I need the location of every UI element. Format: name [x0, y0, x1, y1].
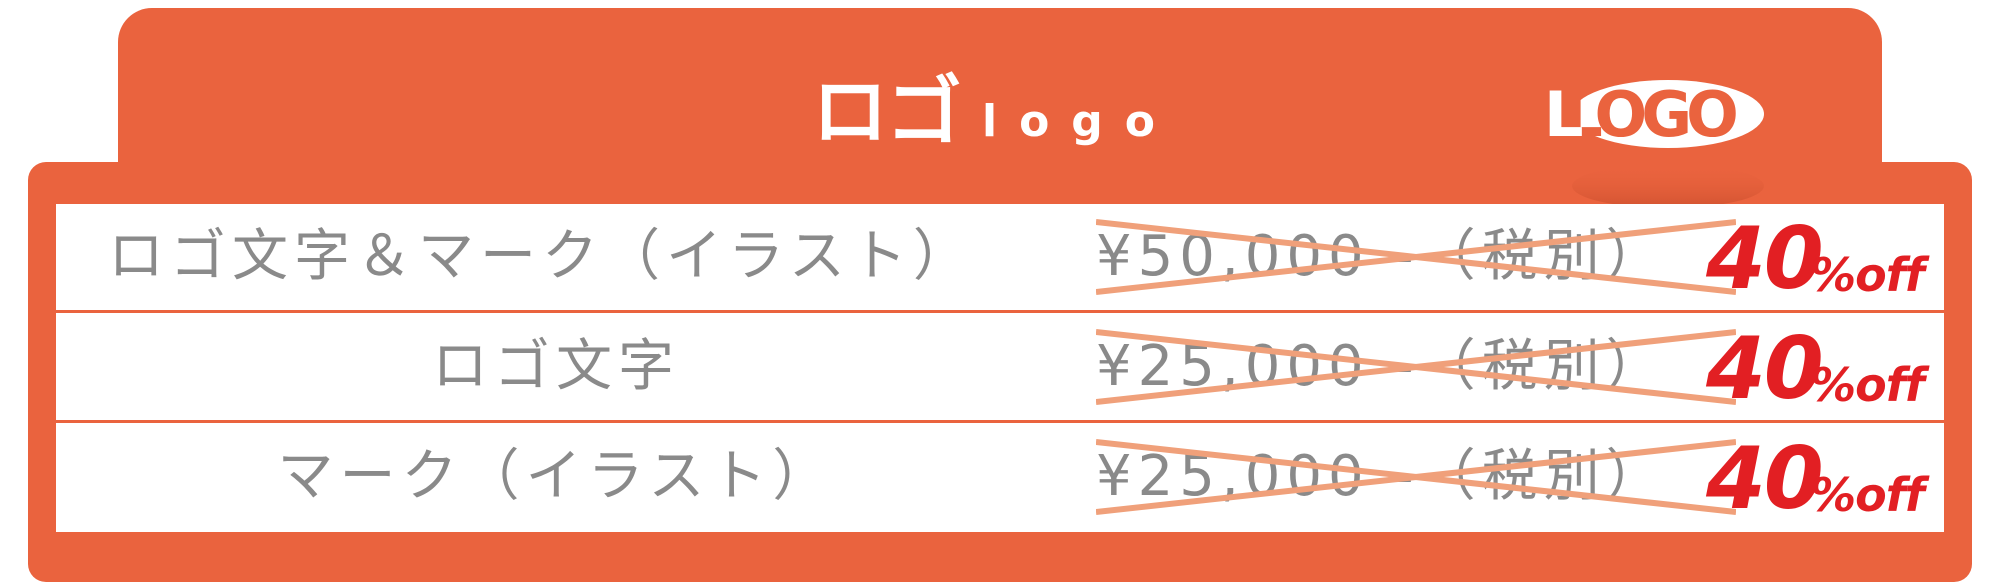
discount-badge: 40 %off	[1706, 204, 1946, 310]
discount-value: 40	[1706, 429, 1824, 529]
strikethrough-x	[1096, 439, 1736, 515]
discount-suffix: %off	[1810, 248, 1925, 302]
discount-value: 40	[1706, 319, 1824, 419]
title-english: logo	[982, 96, 1178, 147]
strikethrough-x	[1096, 219, 1736, 295]
logo-text: LOGO	[1563, 78, 1736, 151]
discount-value: 40	[1706, 209, 1824, 309]
page-title: ロゴ logo	[812, 70, 1177, 150]
discount-badge: 40 %off	[1706, 424, 1946, 530]
table-row: ロゴ文字 ¥25,000 -（税別） 40 %off	[56, 314, 1944, 420]
row-label: マーク（イラスト）	[277, 444, 835, 509]
row-label: ロゴ文字	[432, 334, 680, 399]
logo-sample-icon: LOGO L	[1544, 78, 1764, 204]
strikethrough-x	[1096, 329, 1736, 405]
discount-suffix: %off	[1810, 468, 1925, 522]
table-row: ロゴ文字＆マーク（イラスト） ¥50,000 -（税別） 40 %off	[56, 204, 1944, 310]
row-divider	[56, 310, 1944, 313]
discount-badge: 40 %off	[1706, 314, 1946, 420]
svg-text:L: L	[1544, 78, 1584, 151]
discount-suffix: %off	[1810, 358, 1925, 412]
row-divider	[56, 420, 1944, 423]
table-row: マーク（イラスト） ¥25,000 -（税別） 40 %off	[56, 424, 1944, 530]
price-table: ロゴ文字＆マーク（イラスト） ¥50,000 -（税別） 40 %off ロゴ文…	[56, 204, 1944, 532]
row-label: ロゴ文字＆マーク（イラスト）	[108, 224, 975, 289]
title-japanese: ロゴ	[812, 67, 962, 156]
